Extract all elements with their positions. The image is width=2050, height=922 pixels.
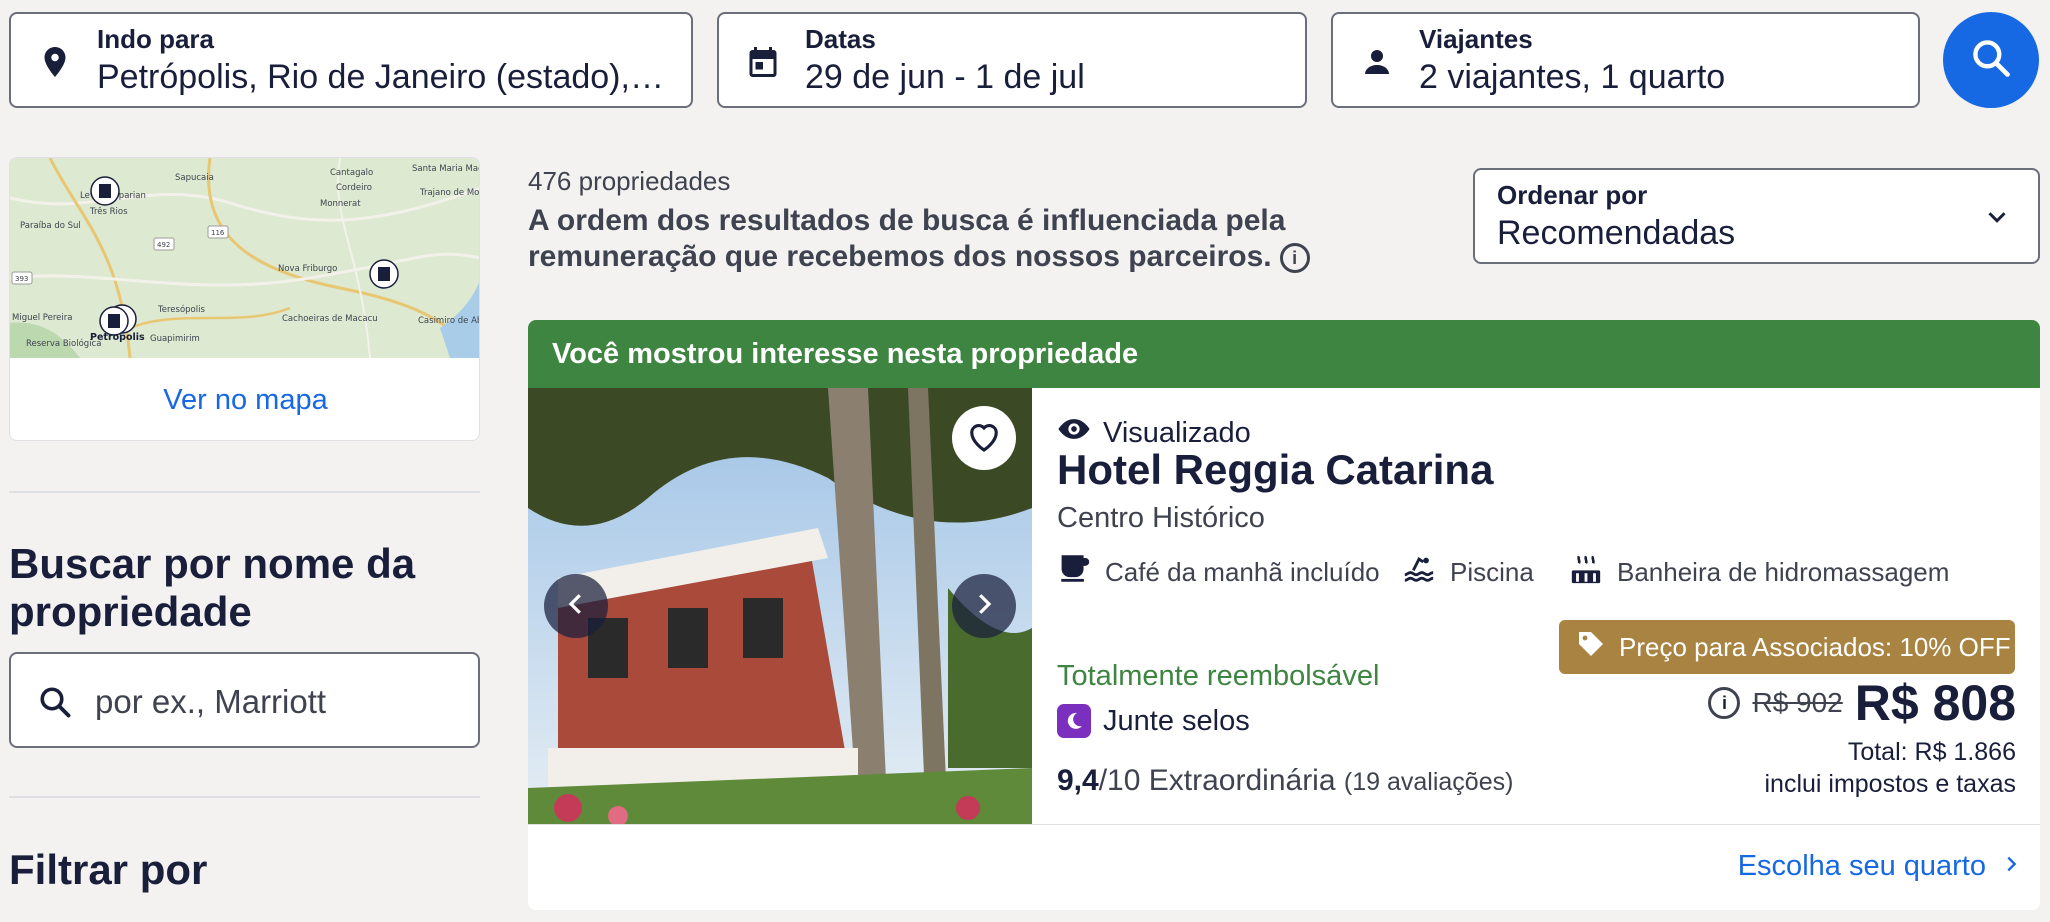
search-icon [1969, 36, 2013, 85]
property-name-field[interactable] [9, 652, 480, 748]
hotel-name[interactable]: Hotel Reggia Catarina [1057, 446, 1493, 494]
map-road-116: 116 [211, 229, 225, 237]
price-info-icon[interactable]: i [1708, 687, 1741, 719]
destination-value: Petrópolis, Rio de Janeiro (estado), B..… [97, 58, 667, 96]
current-price: R$ 808 [1854, 675, 2016, 731]
chevron-right-icon [969, 589, 999, 624]
original-price: R$ 902 [1752, 687, 1843, 718]
map-label-teresopolis: Teresópolis [157, 304, 205, 315]
photo-next-button[interactable] [952, 574, 1016, 638]
search-button[interactable] [1943, 12, 2039, 108]
location-pin-icon [37, 44, 73, 80]
heart-icon [963, 415, 1005, 462]
sort-dropdown[interactable]: Ordenar por Recomendadas [1473, 168, 2040, 264]
refundable-label: Totalmente reembolsável [1057, 660, 1380, 692]
chevron-left-icon [561, 589, 591, 624]
map-label-guapimirim: Guapimirim [150, 334, 200, 344]
sort-label: Ordenar por [1497, 180, 1648, 210]
map-label-cantagalo: Cantagalo [330, 168, 373, 178]
member-price-badge: Preço para Associados: 10% OFF [1559, 620, 2015, 674]
map-label-tres-rios: Três Rios [89, 206, 128, 217]
results-count: 476 propriedades [528, 166, 731, 196]
hot-tub-icon [1569, 552, 1603, 593]
chevron-right-small-icon [2000, 850, 2022, 883]
amenity-hot-tub-label: Banheira de hidromassagem [1617, 557, 1950, 587]
amenity-hot-tub: Banheira de hidromassagem [1569, 552, 1949, 593]
view-map-link[interactable]: Ver no mapa [10, 358, 479, 440]
choose-room-label: Escolha seu quarto [1737, 850, 1986, 882]
chevron-down-icon [1982, 202, 2012, 237]
amenity-breakfast-label: Café da manhã incluído [1105, 557, 1380, 587]
ranking-notice: A ordem dos resultados de busca é influe… [528, 203, 1468, 275]
map-label-trajano-de-morais: Trajano de Morais [419, 188, 480, 198]
travelers-label: Viajantes [1419, 24, 1533, 54]
calendar-icon [745, 44, 781, 80]
dates-field[interactable]: Datas 29 de jun - 1 de jul [717, 12, 1307, 108]
member-price-text: Preço para Associados: 10% OFF [1619, 631, 2011, 662]
map-pin-hotel-3[interactable] [99, 304, 137, 336]
moon-icon [1057, 704, 1091, 738]
info-icon[interactable]: i [1279, 243, 1310, 274]
total-price: Total: R$ 1.866 [1847, 738, 2016, 766]
map-pin-hotel-2[interactable] [369, 259, 399, 289]
viewed-label: Visualizado [1103, 416, 1251, 449]
map-label-nova-friburgo: Nova Friburgo [278, 264, 337, 274]
map-pin-hotel-1[interactable] [90, 176, 120, 206]
map-card[interactable]: Sapucaia Cantagalo Santa Maria Madalena … [9, 157, 480, 441]
sidebar-divider [9, 491, 480, 493]
guest-rating: 9,4/10 Extraordinária (19 avaliações) [1057, 764, 1513, 798]
map-label-cachoeiras-de-macacu: Cachoeiras de Macacu [282, 314, 378, 324]
map-label-santa-maria-madalena: Santa Maria Madalena [412, 164, 480, 174]
rating-count: (19 avaliações) [1343, 768, 1514, 796]
map-road-393: 393 [15, 275, 28, 283]
name-search-title: Buscar por nome da propriedade [9, 540, 416, 635]
filter-title: Filtrar por [9, 846, 208, 893]
rating-label: Extraordinária [1148, 764, 1336, 797]
tag-icon [1575, 628, 1607, 667]
interest-banner: Você mostrou interesse nesta propriedade [528, 320, 2040, 388]
map-label-monnerat: Monnerat [320, 199, 361, 209]
property-name-input[interactable] [95, 680, 465, 724]
photo-prev-button[interactable] [544, 574, 608, 638]
travelers-field[interactable]: Viajantes 2 viajantes, 1 quarto [1331, 12, 1920, 108]
choose-room-link[interactable]: Escolha seu quarto [1738, 850, 2022, 883]
coffee-icon [1057, 552, 1091, 593]
map-label-paraiba-do-sul: Paraíba do Sul [20, 221, 81, 231]
stamps-label: Junte selos [1057, 704, 1250, 738]
card-divider [528, 824, 2040, 825]
taxes-note: inclui impostos e taxas [1764, 770, 2016, 798]
stamps-text: Junte selos [1103, 704, 1250, 737]
pool-icon [1402, 552, 1436, 593]
rating-scale: /10 [1098, 764, 1141, 797]
search-icon [37, 684, 73, 725]
amenity-pool-label: Piscina [1450, 557, 1534, 587]
price-row: i R$ 902 R$ 808 [1708, 674, 2016, 732]
sidebar-divider-2 [9, 796, 480, 798]
person-icon [1359, 44, 1395, 80]
travelers-value: 2 viajantes, 1 quarto [1419, 58, 1726, 96]
rating-score: 9,4 [1057, 764, 1099, 797]
map-road-492: 492 [157, 241, 170, 249]
map-label-casimiro-de-abreu: Casimiro de Abreu [418, 316, 480, 326]
property-photo[interactable] [528, 388, 1032, 824]
ranking-notice-text: A ordem dos resultados de busca é influe… [528, 204, 1286, 273]
map-label-miguel-pereira: Miguel Pereira [12, 313, 72, 323]
amenity-pool: Piscina [1402, 552, 1534, 593]
amenity-breakfast: Café da manhã incluído [1057, 552, 1380, 593]
favorite-button[interactable] [952, 406, 1016, 470]
sort-value: Recomendadas [1497, 214, 1736, 252]
hotel-district: Centro Histórico [1057, 502, 1265, 534]
map-label-sapucaia: Sapucaia [175, 173, 214, 183]
dates-value: 29 de jun - 1 de jul [805, 58, 1085, 96]
destination-label: Indo para [97, 24, 215, 54]
property-card[interactable]: Você mostrou interesse nesta propriedade [528, 320, 2040, 910]
destination-field[interactable]: Indo para Petrópolis, Rio de Janeiro (es… [9, 12, 693, 108]
map-label-cordeiro: Cordeiro [336, 183, 372, 193]
dates-label: Datas [805, 24, 876, 54]
map-thumbnail[interactable]: Sapucaia Cantagalo Santa Maria Madalena … [10, 158, 480, 358]
